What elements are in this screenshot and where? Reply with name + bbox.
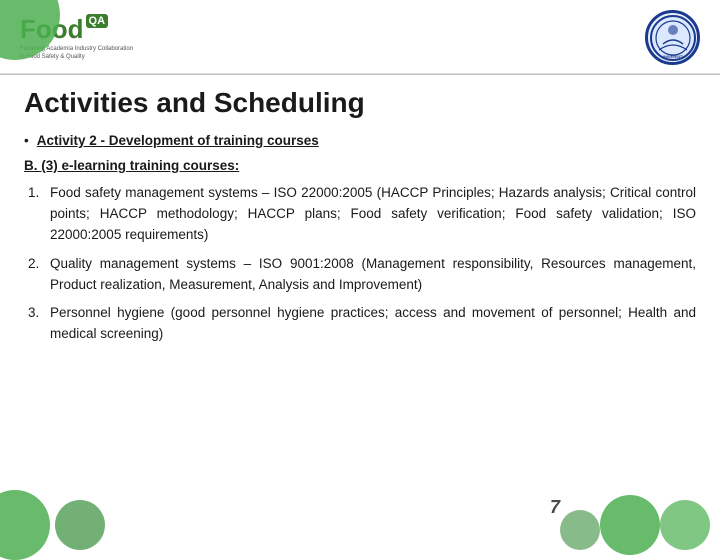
slide: Food QA Fostering Academia Industry Coll… [0, 0, 720, 540]
list-item-1: 1. Food safety management systems – ISO … [28, 183, 696, 246]
list-item-3-num: 3. [28, 303, 50, 324]
activity-bullet: • Activity 2 - Development of training c… [24, 131, 696, 152]
bullet-dot: • [24, 131, 29, 152]
emblem-logo: UNIVERSITY [645, 10, 700, 65]
svg-text:UNIVERSITY: UNIVERSITY [660, 54, 684, 59]
list-item-3: 3. Personnel hygiene (good personnel hyg… [28, 303, 696, 345]
page-number: 7 [550, 497, 560, 518]
decorative-circle-bottom-left-2 [55, 500, 105, 550]
list-item-1-num: 1. [28, 183, 50, 204]
list-item-2: 2. Quality management systems – ISO 9001… [28, 254, 696, 296]
decorative-circle-bottom-right-2 [660, 500, 710, 550]
decorative-circle-bottom-right-1 [600, 495, 660, 555]
list-item-2-text: Quality management systems – ISO 9001:20… [50, 254, 696, 296]
section-b-label: B. (3) e-learning training courses: [24, 156, 696, 177]
slide-header: Food QA Fostering Academia Industry Coll… [0, 0, 720, 74]
list-item-1-text: Food safety management systems – ISO 220… [50, 183, 696, 246]
activity-label: Activity 2 - Development of training cou… [37, 131, 319, 152]
slide-content: • Activity 2 - Development of training c… [0, 127, 720, 363]
list-item-3-text: Personnel hygiene (good personnel hygien… [50, 303, 696, 345]
decorative-circle-bottom-right-3 [560, 510, 600, 550]
numbered-list: 1. Food safety management systems – ISO … [24, 183, 696, 345]
list-item-2-num: 2. [28, 254, 50, 275]
emblem-svg: UNIVERSITY [649, 14, 697, 62]
qa-badge: QA [86, 14, 109, 28]
slide-title: Activities and Scheduling [0, 75, 720, 127]
decorative-circle-bottom-left-1 [0, 490, 50, 560]
